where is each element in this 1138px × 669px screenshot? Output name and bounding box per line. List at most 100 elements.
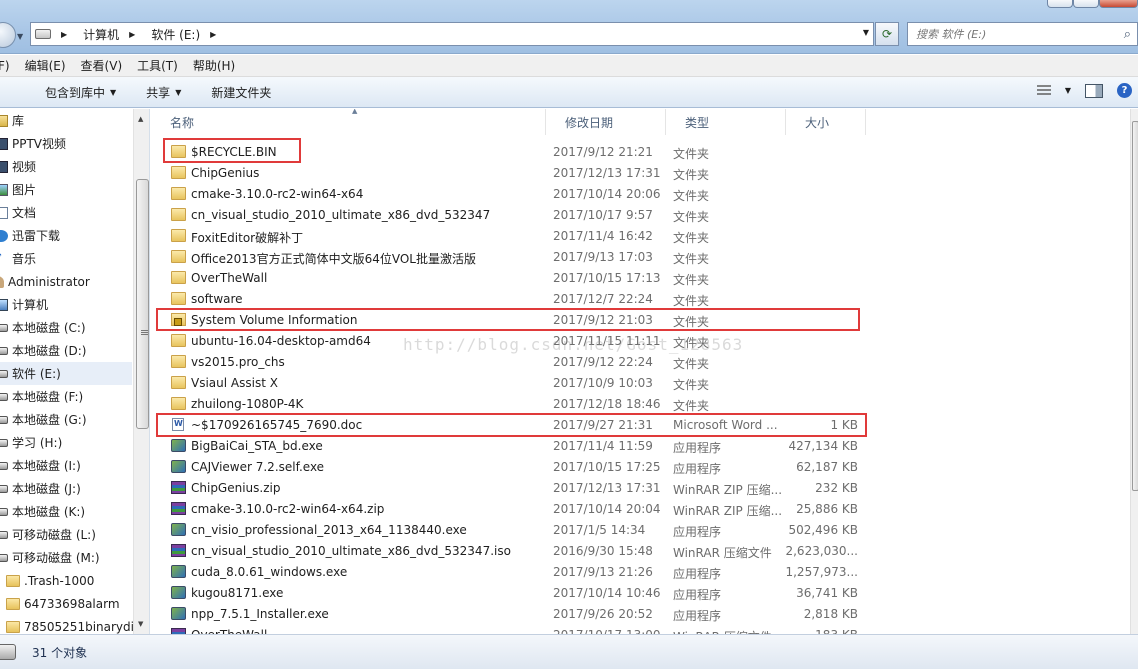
nav-scrollbar[interactable]: ▲ ▼	[133, 109, 149, 634]
breadcrumb-chevron-icon[interactable]: ▶	[210, 30, 216, 39]
sidebar-item[interactable]: 库	[0, 109, 132, 132]
file-row[interactable]: $RECYCLE.BIN 2017/9/12 21:21 文件夹	[151, 142, 871, 163]
file-row[interactable]: ~$170926165745_7690.doc 2017/9/27 21:31 Mi…	[151, 415, 871, 436]
folder-icon	[171, 376, 186, 389]
sidebar-item[interactable]: ♪ 音乐	[0, 247, 132, 270]
breadcrumb-chevron-icon[interactable]: ▶	[129, 30, 135, 39]
file-row[interactable]: FoxitEditor破解补丁 2017/11/4 16:42 文件夹	[151, 226, 871, 247]
address-dropdown-icon[interactable]: ▼	[863, 28, 869, 37]
file-type: 文件夹	[673, 189, 710, 203]
file-size: 2,818 KB	[803, 607, 858, 621]
drive-icon	[0, 644, 16, 660]
preview-pane-icon[interactable]	[1085, 83, 1103, 98]
column-header-size[interactable]: 大小	[786, 109, 866, 135]
sidebar-item[interactable]: 本地磁盘 (F:)	[0, 385, 132, 408]
file-date: 2017/9/12 21:03	[553, 313, 653, 327]
sidebar-item[interactable]: 本地磁盘 (G:)	[0, 408, 132, 431]
breadcrumb-drive[interactable]: 软件 (E:)	[151, 26, 200, 43]
file-date: 2017/11/4 16:42	[553, 229, 653, 243]
file-date: 2017/9/12 21:21	[553, 145, 653, 159]
breadcrumb-chevron-icon[interactable]: ▶	[61, 30, 67, 39]
sidebar-item[interactable]: 可移动磁盘 (L:)	[0, 523, 132, 546]
file-row[interactable]: System Volume Information 2017/9/12 21:03…	[151, 310, 871, 331]
sidebar-item[interactable]: 可移动磁盘 (M:)	[0, 546, 132, 569]
file-row[interactable]: npp_7.5.1_Installer.exe 2017/9/26 20:52 应用…	[151, 604, 871, 625]
sidebar-item[interactable]: 迅雷下载	[0, 224, 132, 247]
file-name: CAJViewer 7.2.self.exe	[191, 460, 325, 474]
maximize-button[interactable]	[1073, 0, 1099, 8]
help-icon[interactable]: ?	[1117, 83, 1132, 98]
address-box[interactable]: ▶ 计算机 ▶ 软件 (E:) ▶ ▼	[30, 22, 874, 46]
search-input[interactable]	[916, 27, 1106, 41]
sidebar-item[interactable]: 64733698alarm	[0, 592, 132, 615]
sidebar-item-label: .Trash-1000	[24, 573, 95, 588]
file-row[interactable]: Vsiaul Assist X 2017/10/9 10:03 文件夹	[151, 373, 871, 394]
sidebar-item[interactable]: 图片	[0, 178, 132, 201]
file-row[interactable]: ChipGenius.zip 2017/12/13 17:31 WinRAR ZIP…	[151, 478, 871, 499]
sidebar-item[interactable]: 本地磁盘 (K:)	[0, 500, 132, 523]
menu-file[interactable]: F)	[0, 59, 10, 73]
file-row[interactable]: BigBaiCai_STA_bd.exe 2017/11/4 11:59 应用程序 4…	[151, 436, 871, 457]
search-icon[interactable]: ⌕	[1124, 27, 1131, 42]
recent-pages-dropdown[interactable]: ▼	[17, 32, 23, 41]
refresh-button[interactable]: ⟳	[875, 22, 899, 46]
new-folder-button[interactable]: 新建文件夹	[211, 84, 271, 101]
file-list-scrollbar[interactable]	[1130, 109, 1138, 634]
file-row[interactable]: cuda_8.0.61_windows.exe 2017/9/13 21:26 应用…	[151, 562, 871, 583]
sidebar-item[interactable]: PPTV视频	[0, 132, 132, 155]
breadcrumb-computer[interactable]: 计算机	[83, 26, 119, 43]
menu-edit[interactable]: 编辑(E)	[25, 57, 66, 74]
sidebar-item[interactable]: 计算机	[0, 293, 132, 316]
menu-tools[interactable]: 工具(T)	[137, 57, 178, 74]
sidebar-item[interactable]: 本地磁盘 (J:)	[0, 477, 132, 500]
file-row[interactable]: OverTheWall 2017/10/15 17:13 文件夹	[151, 268, 871, 289]
sidebar-item[interactable]: .Trash-1000	[0, 569, 132, 592]
file-row[interactable]: Office2013官方正式简体中文版64位VOL批量激活版 2017/9/13 …	[151, 247, 871, 268]
disk-icon	[0, 507, 8, 516]
sidebar-item[interactable]: 文档	[0, 201, 132, 224]
file-row[interactable]: cn_visual_studio_2010_ultimate_x86_dvd_5…	[151, 205, 871, 226]
include-in-library-button[interactable]: 包含到库中 ▼	[45, 84, 116, 101]
menu-help[interactable]: 帮助(H)	[193, 57, 235, 74]
sidebar-item-label: PPTV视频	[12, 137, 67, 151]
sidebar-item[interactable]: 本地磁盘 (D:)	[0, 339, 132, 362]
file-row[interactable]: kugou8171.exe 2017/10/14 10:46 应用程序 36,741 …	[151, 583, 871, 604]
share-button[interactable]: 共享 ▼	[146, 84, 181, 101]
sidebar-item[interactable]: 学习 (H:)	[0, 431, 132, 454]
column-header-name[interactable]: 名称	[151, 109, 546, 135]
folder-icon	[171, 355, 186, 368]
file-row[interactable]: cmake-3.10.0-rc2-win64-x64 2017/10/14 20:…	[151, 184, 871, 205]
file-type: 应用程序	[673, 588, 722, 602]
file-row[interactable]: vs2015.pro_chs 2017/9/12 22:24 文件夹	[151, 352, 871, 373]
close-button[interactable]	[1099, 0, 1138, 8]
back-button[interactable]	[0, 22, 16, 48]
scroll-up-icon[interactable]: ▲	[138, 115, 143, 123]
file-row[interactable]: OverTheWall...2017/10/17 13:00WinRAR 压缩文…	[151, 625, 871, 634]
view-options-icon[interactable]	[1036, 84, 1051, 97]
chevron-down-icon[interactable]: ▼	[1065, 86, 1071, 95]
file-row[interactable]: ChipGenius 2017/12/13 17:31 文件夹	[151, 163, 871, 184]
sidebar-item[interactable]: 本地磁盘 (I:)	[0, 454, 132, 477]
file-row[interactable]: zhuilong-1080P-4K 2017/12/18 18:46 文件夹	[151, 394, 871, 415]
sidebar-item[interactable]: 软件 (E:)	[0, 362, 132, 385]
file-name: cmake-3.10.0-rc2-win64-x64.zip	[191, 502, 385, 516]
sidebar-item-label: 计算机	[12, 298, 49, 312]
minimize-button[interactable]	[1047, 0, 1073, 8]
sidebar-item[interactable]: 本地磁盘 (C:)	[0, 316, 132, 339]
file-row[interactable]: cn_visual_studio_2010_ultimate_x86_dvd_5…	[151, 541, 871, 562]
scroll-thumb[interactable]	[136, 179, 149, 429]
scroll-down-icon[interactable]: ▼	[138, 620, 143, 628]
column-header-date[interactable]: 修改日期	[546, 109, 666, 135]
sidebar-item[interactable]: 视频	[0, 155, 132, 178]
folder-icon	[171, 166, 186, 179]
menu-view[interactable]: 查看(V)	[81, 57, 123, 74]
sidebar-item[interactable]: Administrator	[0, 270, 132, 293]
file-row[interactable]: CAJViewer 7.2.self.exe 2017/10/15 17:25 应用…	[151, 457, 871, 478]
sidebar-item[interactable]: 78505251binarydi	[0, 615, 134, 634]
file-row[interactable]: software 2017/12/7 22:24 文件夹	[151, 289, 871, 310]
file-row[interactable]: cn_visio_professional_2013_x64_1138440.e…	[151, 520, 871, 541]
search-box[interactable]: ⌕	[907, 22, 1138, 46]
column-header-type[interactable]: 类型	[666, 109, 786, 135]
file-row[interactable]: cmake-3.10.0-rc2-win64-x64.zip 2017/10/14…	[151, 499, 871, 520]
scroll-thumb[interactable]	[1132, 121, 1138, 491]
